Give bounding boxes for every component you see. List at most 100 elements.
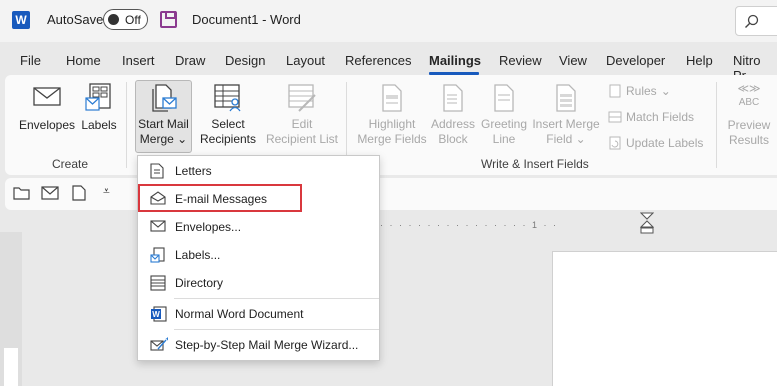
autosave-toggle[interactable]: Off	[103, 9, 148, 30]
address-block-icon	[443, 84, 463, 112]
tab-view[interactable]: View	[559, 53, 587, 68]
search-icon	[745, 14, 759, 28]
tab-design[interactable]: Design	[225, 53, 265, 68]
start-mail-merge-label-line1: Start Mail	[138, 117, 189, 131]
indent-marker-icon[interactable]	[640, 212, 654, 234]
select-recipients-line1: Select	[211, 117, 245, 131]
insert-merge-field-button[interactable]: Insert Merge Field ⌄	[530, 83, 602, 147]
tab-mailings[interactable]: Mailings	[429, 53, 481, 68]
update-labels-label: Update Labels	[626, 136, 704, 150]
email-doc-icon[interactable]	[41, 185, 61, 201]
chevron-down-icon: ⌄	[177, 132, 188, 146]
search-box[interactable]	[735, 6, 777, 36]
word-app-icon: W	[12, 11, 30, 29]
tab-help[interactable]: Help	[686, 53, 713, 68]
preview-arrows-icon: ≪≫	[737, 83, 761, 95]
directory-icon	[150, 275, 166, 291]
menu-item-normal-word-document[interactable]: W Normal Word Document	[138, 301, 379, 327]
tab-layout[interactable]: Layout	[286, 53, 325, 68]
labels-button[interactable]: Labels	[80, 82, 118, 133]
highlight-merge-fields-button[interactable]: Highlight Merge Fields	[356, 83, 428, 147]
vertical-ruler-margin	[4, 348, 18, 386]
edit-recipient-list-icon	[288, 84, 316, 112]
rules-label: Rules	[626, 84, 657, 98]
write-insert-group-label: Write & Insert Fields	[481, 157, 589, 171]
tab-review[interactable]: Review	[499, 53, 542, 68]
start-mail-merge-content[interactable]: Start Mail Merge ⌄	[135, 83, 192, 147]
greeting-line-icon	[494, 84, 514, 112]
email-messages-highlight	[138, 184, 302, 212]
menu-item-label: Normal Word Document	[175, 307, 304, 321]
envelope-icon	[33, 87, 61, 106]
highlight-line2: Merge Fields	[357, 132, 427, 146]
insert-merge-line2: Field ⌄	[546, 132, 586, 146]
greeting-line-button[interactable]: Greeting Line	[478, 83, 530, 147]
labels-icon	[150, 247, 165, 263]
preview-abc-label: ABC	[738, 97, 760, 108]
labels-icon	[85, 83, 111, 111]
document-title: Document1 - Word	[192, 12, 301, 27]
select-recipients-button[interactable]: Select Recipients ⌄	[194, 83, 262, 162]
new-document-icon[interactable]	[72, 185, 86, 201]
menu-item-mail-merge-wizard[interactable]: ✦ Step-by-Step Mail Merge Wizard...	[138, 332, 379, 358]
rules-icon	[609, 84, 621, 98]
title-bar: W AutoSave Off Document1 - Word	[0, 0, 777, 42]
customize-qat-icon[interactable]: ⩡	[103, 184, 110, 199]
ruler-ticks: · · · · · · · · · · · · · · · · 1 · ·	[380, 220, 558, 230]
save-icon[interactable]	[160, 11, 177, 28]
autosave-label: AutoSave	[47, 12, 104, 27]
menu-item-label: Step-by-Step Mail Merge Wizard...	[175, 338, 359, 352]
wizard-icon: ✦	[150, 337, 168, 351]
chevron-down-icon: ⌄	[575, 132, 586, 146]
quick-access-toolbar	[5, 178, 777, 210]
envelopes-button[interactable]: Envelopes	[18, 84, 76, 133]
edit-recipient-line1: Edit	[291, 117, 313, 131]
menu-separator	[174, 298, 379, 299]
menu-item-labels[interactable]: Labels...	[138, 242, 379, 268]
tab-insert[interactable]: Insert	[122, 53, 155, 68]
insert-merge-field-icon	[556, 84, 576, 112]
address-line1: Address	[430, 117, 476, 131]
menu-item-label: Envelopes...	[175, 220, 242, 234]
insert-merge-line1: Insert Merge	[532, 117, 600, 131]
highlight-line1: Highlight	[368, 117, 416, 131]
tab-draw[interactable]: Draw	[175, 53, 205, 68]
menu-item-letters[interactable]: Letters	[138, 158, 379, 184]
labels-label: Labels	[81, 118, 117, 132]
chevron-down-icon: ⌄	[660, 84, 671, 98]
menu-item-label: Directory	[175, 276, 224, 290]
envelopes-label: Envelopes	[18, 118, 76, 132]
address-block-button[interactable]: Address Block	[428, 83, 478, 147]
tab-file[interactable]: File	[20, 53, 41, 68]
match-fields-label: Match Fields	[626, 110, 695, 124]
update-labels-button[interactable]: Update Labels	[608, 136, 703, 150]
word-doc-icon: W	[151, 306, 167, 322]
menu-separator	[174, 329, 379, 330]
autosave-state: Off	[125, 13, 141, 27]
match-fields-icon	[608, 111, 622, 123]
mail-merge-icon	[151, 84, 177, 112]
highlight-fields-icon	[382, 84, 402, 112]
preview-results-button[interactable]: ≪≫ ABC Preview Results	[724, 83, 774, 148]
menu-item-directory[interactable]: Directory	[138, 270, 379, 296]
select-recipients-icon	[214, 84, 241, 112]
tab-developer[interactable]: Developer	[606, 53, 665, 68]
ribbon-tabs: File Home Insert Draw Design Layout Refe…	[0, 44, 777, 83]
address-line2: Block	[438, 132, 468, 146]
start-mail-merge-label-line2: Merge ⌄	[139, 132, 188, 146]
menu-item-label: Letters	[175, 164, 212, 178]
update-labels-icon	[609, 136, 621, 150]
preview-line1: Preview	[727, 118, 771, 132]
tab-references[interactable]: References	[345, 53, 411, 68]
tab-home[interactable]: Home	[66, 53, 101, 68]
menu-item-envelopes[interactable]: Envelopes...	[138, 214, 379, 240]
svg-text:W: W	[152, 310, 160, 319]
document-page[interactable]	[552, 251, 777, 386]
edit-recipient-list-button[interactable]: Edit Recipient List	[264, 83, 340, 147]
greeting-line1: Greeting	[480, 117, 528, 131]
match-fields-button[interactable]: Match Fields	[608, 110, 694, 124]
create-group-label: Create	[52, 157, 89, 171]
greeting-line2: Line	[492, 132, 516, 146]
rules-button[interactable]: Rules ⌄	[608, 84, 671, 98]
open-folder-icon[interactable]	[13, 185, 31, 201]
